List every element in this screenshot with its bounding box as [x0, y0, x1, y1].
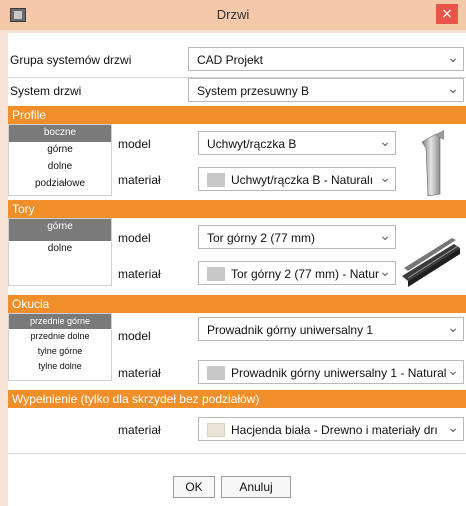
chevron-down-icon: ⌄ [447, 420, 459, 436]
okucia-model-label: model [118, 329, 151, 343]
section-title-tory: Tory [12, 202, 35, 216]
window-title: Drzwi [216, 7, 250, 22]
dialog-window: Drzwi × Grupa systemów drzwi CAD Projekt… [0, 0, 466, 506]
profile-preview-image [400, 124, 462, 198]
section-header-profile: Profile [8, 106, 466, 124]
cancel-button[interactable]: Anuluj [221, 476, 291, 498]
okucia-material-select[interactable]: Prowadnik górny uniwersalny 1 - Natural … [198, 360, 464, 384]
tory-model-select[interactable]: Tor górny 2 (77 mm) ⌄ [198, 225, 396, 249]
profile-material-select[interactable]: Uchwyt/rączka B - Naturalı ⌄ [198, 167, 396, 191]
profile-model-value: Uchwyt/rączka B [207, 137, 297, 151]
wypelnienie-material-label: materiał [118, 423, 161, 437]
system-label: System drzwi [10, 84, 82, 98]
okucia-model-select[interactable]: Prowadnik górny uniwersalny 1 ⌄ [198, 317, 464, 341]
okucia-material-label: materiał [118, 366, 161, 380]
chevron-down-icon: ⌄ [447, 363, 459, 379]
subitem-okucia-tylne-gorne[interactable]: tylne górne [9, 344, 111, 359]
subitem-profile-podzialowe[interactable]: podziałowe [9, 176, 111, 193]
okucia-model-value: Prowadnik górny uniwersalny 1 [207, 323, 374, 337]
chevron-down-icon: ⌄ [379, 170, 391, 186]
chevron-down-icon: ⌄ [447, 81, 459, 97]
material-swatch [207, 423, 225, 437]
chevron-down-icon: ⌄ [379, 264, 391, 280]
subitem-tory-gorne[interactable]: górne [9, 219, 111, 241]
divider [8, 453, 466, 454]
subitem-okucia-tylne-dolne[interactable]: tylne dolne [9, 359, 111, 374]
grupa-value: CAD Projekt [197, 53, 264, 67]
section-header-tory: Tory [8, 200, 466, 218]
grupa-select[interactable]: CAD Projekt ⌄ [188, 47, 464, 71]
track-preview-image [400, 218, 462, 292]
chevron-down-icon: ⌄ [447, 320, 459, 336]
subitem-profile-gorne[interactable]: górne [9, 142, 111, 159]
dialog-body: Grupa systemów drzwi CAD Projekt ⌄ Syste… [8, 33, 466, 506]
profile-material-value: Uchwyt/rączka B - Naturalı [231, 173, 374, 187]
close-button[interactable]: × [436, 4, 458, 24]
ok-button[interactable]: OK [173, 476, 215, 498]
wypelnienie-material-select[interactable]: Hacjenda biała - Drewno i materiały drı … [198, 417, 464, 441]
handle-profile-icon [421, 130, 444, 197]
section-title-okucia: Okucia [12, 297, 50, 311]
track-rail-icon [402, 238, 460, 287]
section-title-profile: Profile [12, 108, 47, 122]
profile-subitems-list: boczne górne dolne podziałowe [8, 124, 112, 196]
chevron-down-icon: ⌄ [447, 50, 459, 66]
system-select[interactable]: System przesuwny B ⌄ [188, 78, 464, 102]
chevron-down-icon: ⌄ [379, 134, 391, 150]
profile-model-select[interactable]: Uchwyt/rączka B ⌄ [198, 131, 396, 155]
tory-material-select[interactable]: Tor górny 2 (77 mm) - Natur ⌄ [198, 261, 396, 285]
okucia-subitems-list: przednie górne przednie dolne tylne górn… [8, 313, 112, 381]
material-swatch [207, 173, 225, 187]
subitem-profile-dolne[interactable]: dolne [9, 159, 111, 176]
material-swatch [207, 267, 225, 281]
material-swatch [207, 366, 225, 380]
tory-model-label: model [118, 231, 151, 245]
chevron-down-icon: ⌄ [379, 228, 391, 244]
tory-model-value: Tor górny 2 (77 mm) [207, 231, 316, 245]
subitem-okucia-przednie-dolne[interactable]: przednie dolne [9, 329, 111, 344]
subitem-profile-boczne[interactable]: boczne [9, 125, 111, 142]
profile-model-label: model [118, 137, 151, 151]
profile-material-label: materiał [118, 173, 161, 187]
title-bar[interactable]: Drzwi × [0, 0, 466, 30]
subitem-tory-dolne[interactable]: dolne [9, 241, 111, 259]
section-title-wypelnienie: Wypełnienie (tylko dla skrzydeł bez podz… [12, 392, 260, 406]
section-header-wypelnienie: Wypełnienie (tylko dla skrzydeł bez podz… [8, 390, 466, 408]
section-header-okucia: Okucia [8, 295, 466, 313]
tory-material-label: materiał [118, 267, 161, 281]
okucia-material-value: Prowadnik górny uniwersalny 1 - Natural [231, 366, 447, 380]
system-value: System przesuwny B [197, 84, 310, 98]
grupa-label: Grupa systemów drzwi [10, 53, 132, 67]
tory-subitems-list: górne dolne [8, 218, 112, 286]
subitem-okucia-przednie-gorne[interactable]: przednie górne [9, 314, 111, 329]
tory-material-value: Tor górny 2 (77 mm) - Natur [231, 267, 380, 281]
wypelnienie-material-value: Hacjenda biała - Drewno i materiały drı [231, 423, 438, 437]
